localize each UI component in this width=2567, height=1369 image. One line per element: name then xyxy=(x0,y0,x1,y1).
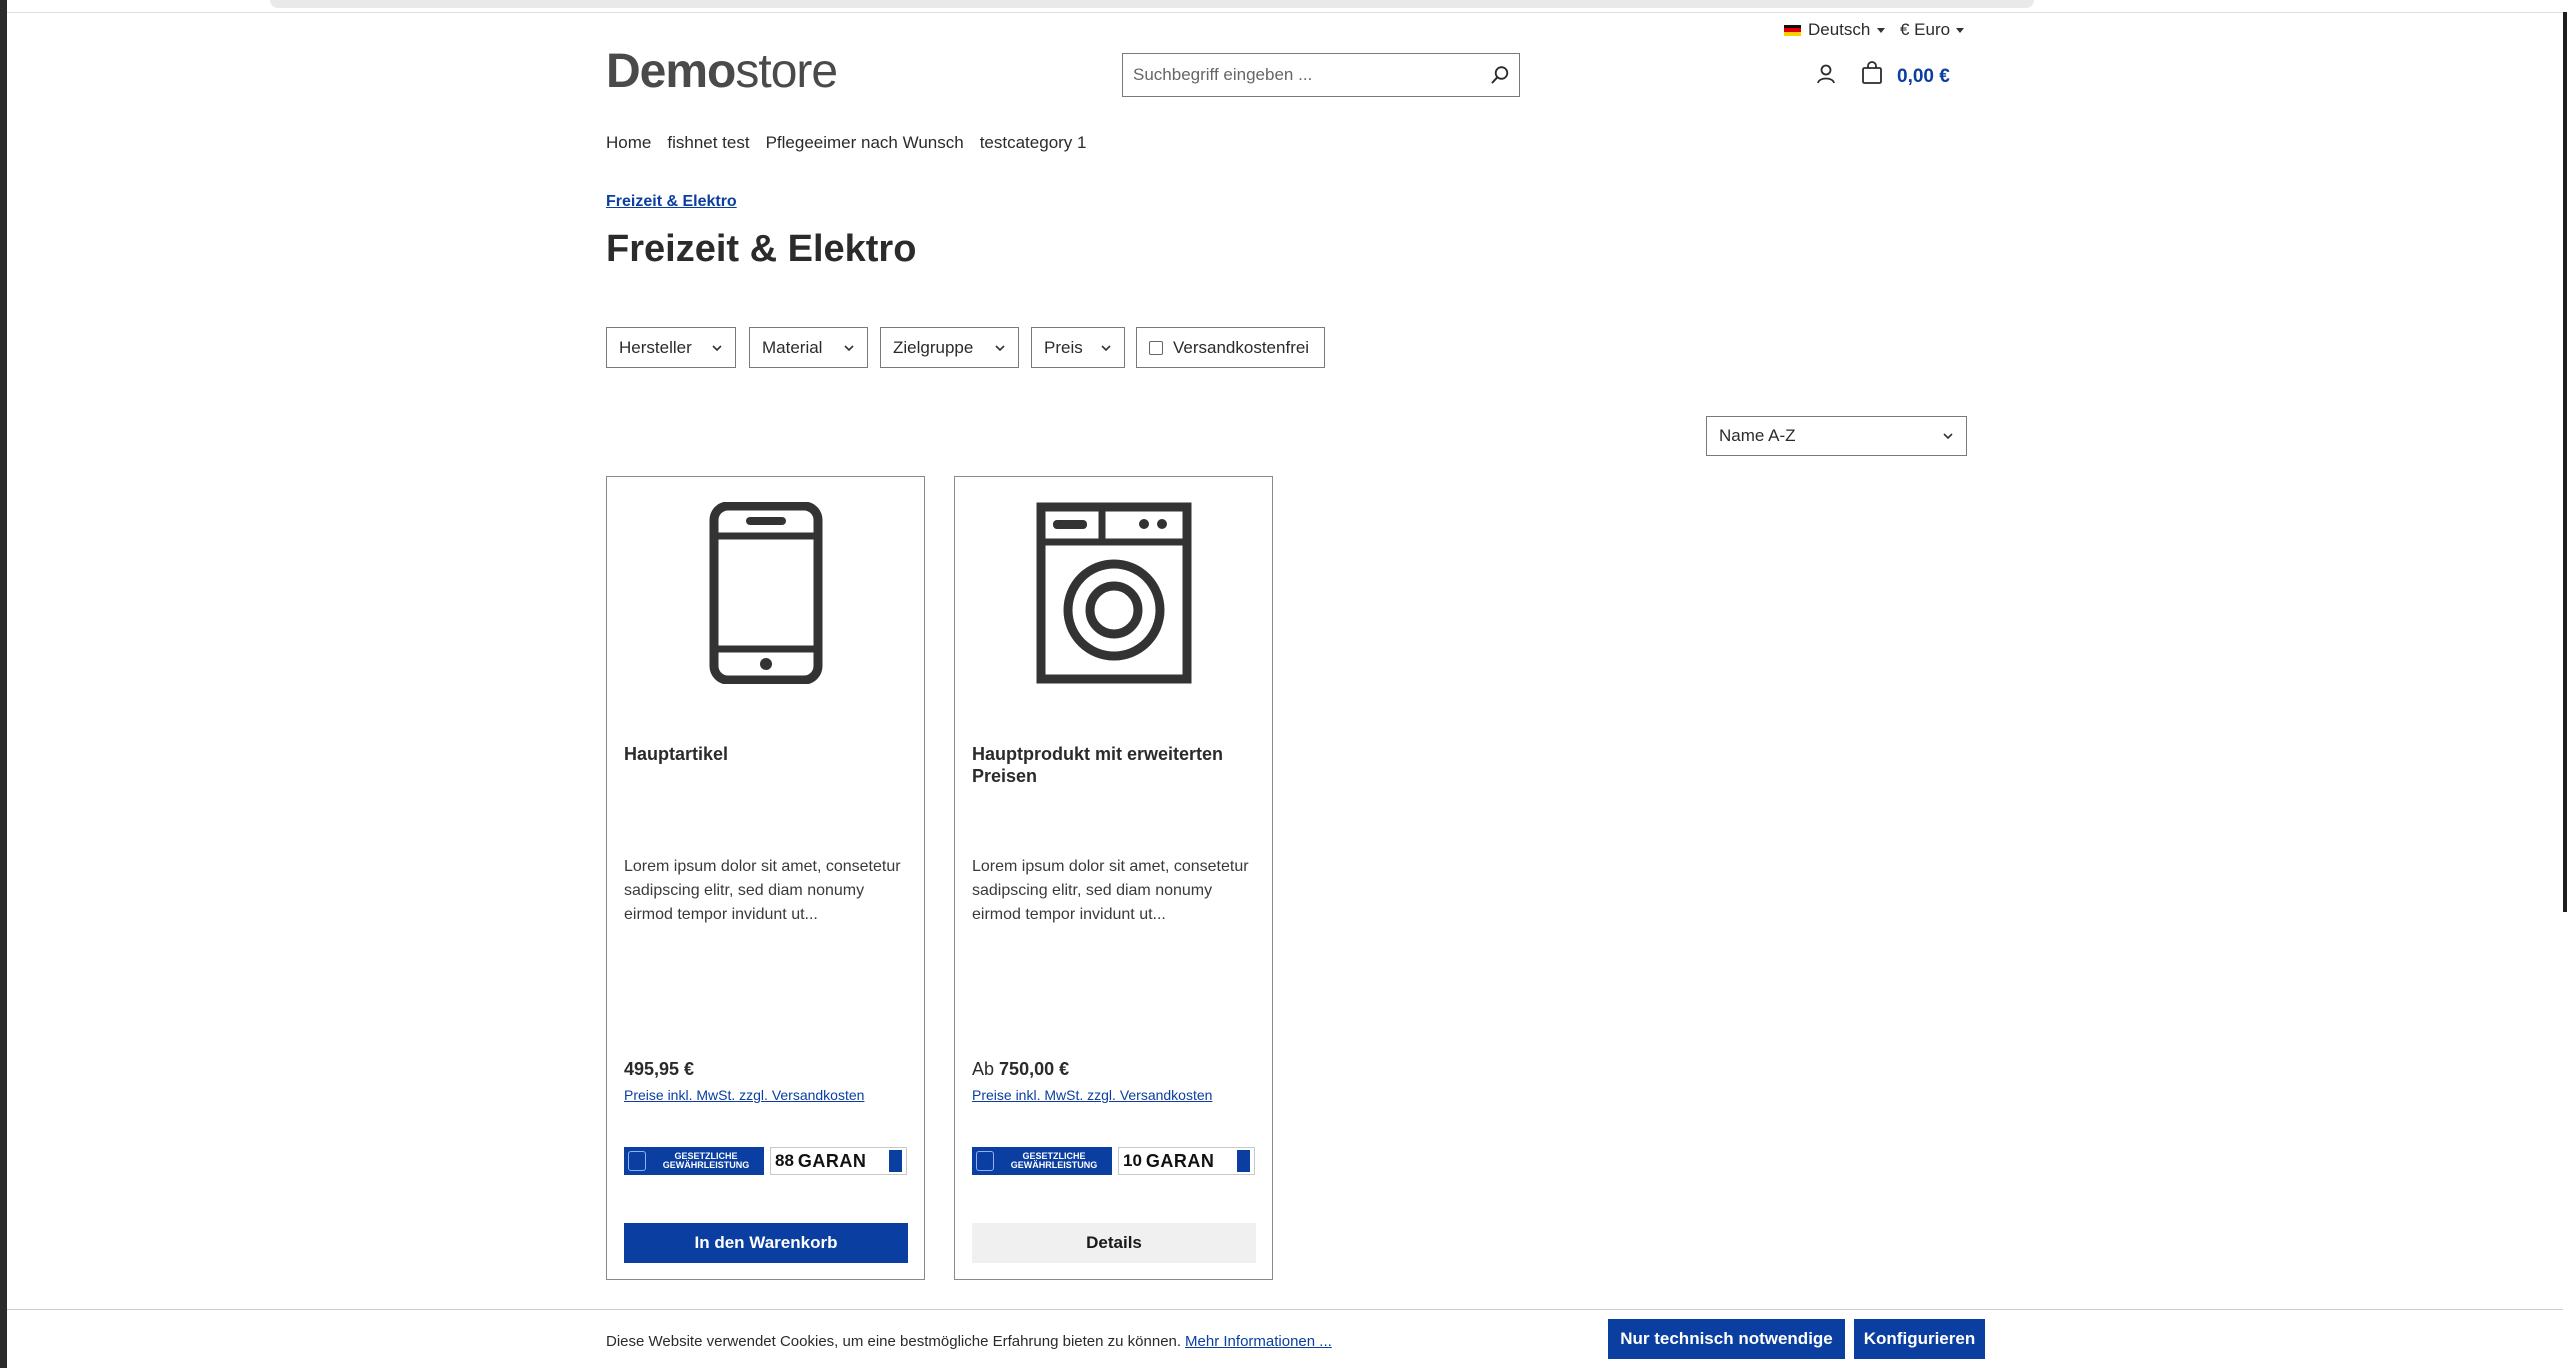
warranty-badge-text: GESETZLICHE GEWÄHRLEISTUNG xyxy=(662,1151,750,1170)
cookie-notice: Diese Website verwendet Cookies, um eine… xyxy=(606,1333,1332,1350)
main-navigation: Home fishnet test Pflegeeimer nach Wunsc… xyxy=(606,133,1086,153)
horizontal-scrollbar[interactable] xyxy=(270,0,2034,8)
price-value: 750,00 € xyxy=(999,1059,1070,1079)
product-card: Hauptprodukt mit erweiterten Preisen Lor… xyxy=(954,476,1273,1280)
sort-selected: Name A-Z xyxy=(1719,426,1796,445)
add-to-cart-button[interactable]: In den Warenkorb xyxy=(624,1223,908,1263)
product-name[interactable]: Hauptprodukt mit erweiterten Preisen xyxy=(972,743,1257,787)
filter-label: Hersteller xyxy=(619,337,692,357)
badges: GESETZLICHE GEWÄHRLEISTUNG 88 GARAN xyxy=(624,1147,907,1175)
language-switcher[interactable]: Deutsch xyxy=(1784,20,1886,40)
guarantee-word: GARAN xyxy=(797,1150,867,1171)
logo-bold: Demo xyxy=(606,45,736,98)
product-description: Lorem ipsum dolor sit amet, consetetur s… xyxy=(972,858,1249,923)
breadcrumb[interactable]: Freizeit & Elektro xyxy=(606,193,737,211)
vertical-scrollbar[interactable] xyxy=(2563,12,2567,912)
cart-total[interactable]: 0,00 € xyxy=(1897,66,1950,88)
filter-free-shipping[interactable]: Versandkostenfrei xyxy=(1136,327,1325,368)
logo-light: store xyxy=(735,45,838,98)
filter-target-group[interactable]: Zielgruppe xyxy=(880,327,1019,368)
product-image[interactable] xyxy=(607,502,924,684)
nav-item-fishnet-test[interactable]: fishnet test xyxy=(667,133,749,153)
chevron-down-icon xyxy=(712,344,722,351)
filter-label: Zielgruppe xyxy=(893,337,974,357)
caret-down-icon xyxy=(1956,27,1965,33)
configure-button[interactable]: Konfigurieren xyxy=(1854,1319,1985,1359)
free-shipping-checkbox[interactable] xyxy=(1149,340,1163,355)
filter-label: Preis xyxy=(1044,337,1083,357)
filter-price[interactable]: Preis xyxy=(1031,327,1125,368)
cookie-text: Diese Website verwendet Cookies, um eine… xyxy=(606,1333,1182,1350)
washing-machine-icon xyxy=(1036,502,1191,684)
cookie-more-info-link[interactable]: Mehr Informationen ... xyxy=(1185,1333,1332,1350)
chevron-down-icon xyxy=(844,344,854,351)
user-icon xyxy=(1817,64,1835,84)
badges: GESETZLICHE GEWÄHRLEISTUNG 10 GARAN xyxy=(972,1147,1255,1175)
german-flag-icon xyxy=(1784,24,1801,36)
chevron-down-icon xyxy=(1943,433,1953,440)
technical-only-button[interactable]: Nur technisch notwendige xyxy=(1608,1319,1845,1359)
language-label: Deutsch xyxy=(1808,20,1871,39)
topbar-divider xyxy=(7,12,2567,13)
vat-shipping-link[interactable]: Preise inkl. MwSt. zzgl. Versandkosten xyxy=(624,1087,864,1103)
price-value: 495,95 € xyxy=(624,1059,695,1079)
nav-item-home[interactable]: Home xyxy=(606,133,651,153)
nav-item-testcategory-1[interactable]: testcategory 1 xyxy=(980,133,1087,153)
filter-label: Material xyxy=(762,337,823,357)
search-input[interactable] xyxy=(1123,54,1481,96)
currency-label: € Euro xyxy=(1900,20,1951,39)
shopping-bag-icon xyxy=(1862,61,1882,84)
guarantee-word: GARAN xyxy=(1145,1150,1215,1171)
window-edge xyxy=(0,0,7,1368)
store-logo[interactable]: Demostore xyxy=(606,45,838,98)
guarantee-badge: 88 GARAN xyxy=(770,1147,907,1175)
shield-icon xyxy=(889,1150,902,1172)
search-button[interactable] xyxy=(1481,54,1519,96)
shield-icon xyxy=(976,1151,994,1171)
filter-manufacturer[interactable]: Hersteller xyxy=(606,327,736,368)
warranty-badge-text: GESETZLICHE GEWÄHRLEISTUNG xyxy=(1010,1151,1098,1170)
cart-button[interactable] xyxy=(1860,61,1884,90)
shield-icon xyxy=(1237,1150,1250,1172)
cookie-bar: Diese Website verwendet Cookies, um eine… xyxy=(7,1309,2563,1369)
page-title: Freizeit & Elektro xyxy=(606,228,917,270)
nav-item-pflegeeimer[interactable]: Pflegeeimer nach Wunsch xyxy=(766,133,964,153)
guarantee-badge: 10 GARAN xyxy=(1118,1147,1255,1175)
vat-shipping-link[interactable]: Preise inkl. MwSt. zzgl. Versandkosten xyxy=(972,1087,1212,1103)
smartphone-icon xyxy=(709,502,822,684)
product-price: 495,95 € xyxy=(624,1059,694,1080)
currency-switcher[interactable]: € Euro xyxy=(1900,20,1965,40)
product-name[interactable]: Hauptartikel xyxy=(624,743,909,765)
account-button[interactable] xyxy=(1815,63,1837,90)
details-button[interactable]: Details xyxy=(972,1223,1256,1263)
product-image[interactable] xyxy=(955,502,1272,684)
search-icon xyxy=(1491,66,1509,84)
chevron-down-icon xyxy=(1101,344,1111,351)
guarantee-number: 10 xyxy=(1123,1151,1142,1170)
caret-down-icon xyxy=(1877,27,1886,33)
price-prefix: Ab xyxy=(972,1059,995,1079)
warranty-badge: GESETZLICHE GEWÄHRLEISTUNG xyxy=(972,1147,1112,1175)
sort-select[interactable]: Name A-Z xyxy=(1706,416,1967,456)
product-description: Lorem ipsum dolor sit amet, consetetur s… xyxy=(624,858,901,923)
product-card: Hauptartikel Lorem ipsum dolor sit amet,… xyxy=(606,476,925,1280)
warranty-badge: GESETZLICHE GEWÄHRLEISTUNG xyxy=(624,1147,764,1175)
product-price: Ab 750,00 € xyxy=(972,1059,1069,1080)
chevron-down-icon xyxy=(995,344,1005,351)
filter-label: Versandkostenfrei xyxy=(1173,337,1310,357)
search-box xyxy=(1122,53,1520,97)
guarantee-number: 88 xyxy=(775,1151,794,1170)
shield-icon xyxy=(628,1151,646,1171)
filter-material[interactable]: Material xyxy=(749,327,868,368)
